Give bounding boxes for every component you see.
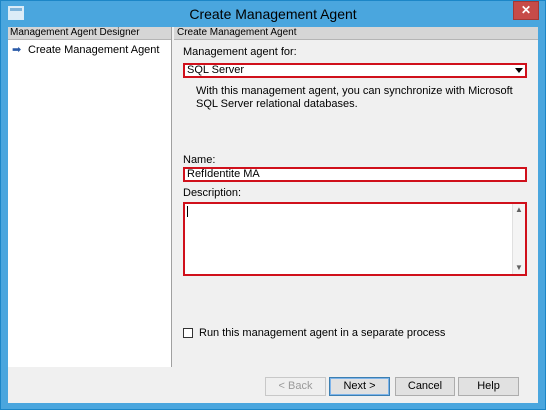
designer-nav-pane: Management Agent Designer ➡ Create Manag… [8,27,172,367]
window-title: Create Management Agent [189,6,357,22]
agent-type-select[interactable]: SQL Server [183,63,527,78]
dialog-window: Create Management Agent ✕ Management Age… [0,0,546,410]
name-label: Name: [183,154,216,166]
chevron-down-icon[interactable] [515,68,523,73]
help-button[interactable]: Help [458,377,519,396]
description-scrollbar[interactable]: ▲ ▼ [512,204,525,274]
description-label: Description: [183,187,242,199]
description-field[interactable]: ▲ ▼ [183,202,527,276]
dialog-client: Management Agent Designer ➡ Create Manag… [8,27,538,403]
cancel-button[interactable]: Cancel [395,377,455,396]
close-button[interactable]: ✕ [513,1,539,20]
agent-info-text: With this management agent, you can sync… [196,85,513,110]
scroll-up-icon[interactable]: ▲ [513,204,525,216]
nav-pane-header: Management Agent Designer [8,27,171,40]
agent-type-value: SQL Server [187,64,245,76]
nav-item-create-management-agent[interactable]: ➡ Create Management Agent [8,43,171,57]
separate-process-checkbox[interactable] [183,328,193,338]
text-caret [187,206,188,217]
scroll-down-icon[interactable]: ▼ [513,262,525,274]
title-bar[interactable]: Create Management Agent ✕ [1,1,545,27]
main-pane-header: Create Management Agent [174,27,538,40]
back-button[interactable]: < Back [265,377,326,396]
main-pane: Create Management Agent Management agent… [174,27,538,367]
nav-item-label: Create Management Agent [28,44,160,56]
name-value: RefIdentite MA [187,168,260,180]
agent-for-label: Management agent for: [183,46,297,58]
next-button[interactable]: Next > [329,377,390,396]
arrow-right-icon: ➡ [12,44,22,56]
name-field[interactable]: RefIdentite MA [183,167,527,182]
separate-process-label: Run this management agent in a separate … [199,327,446,339]
